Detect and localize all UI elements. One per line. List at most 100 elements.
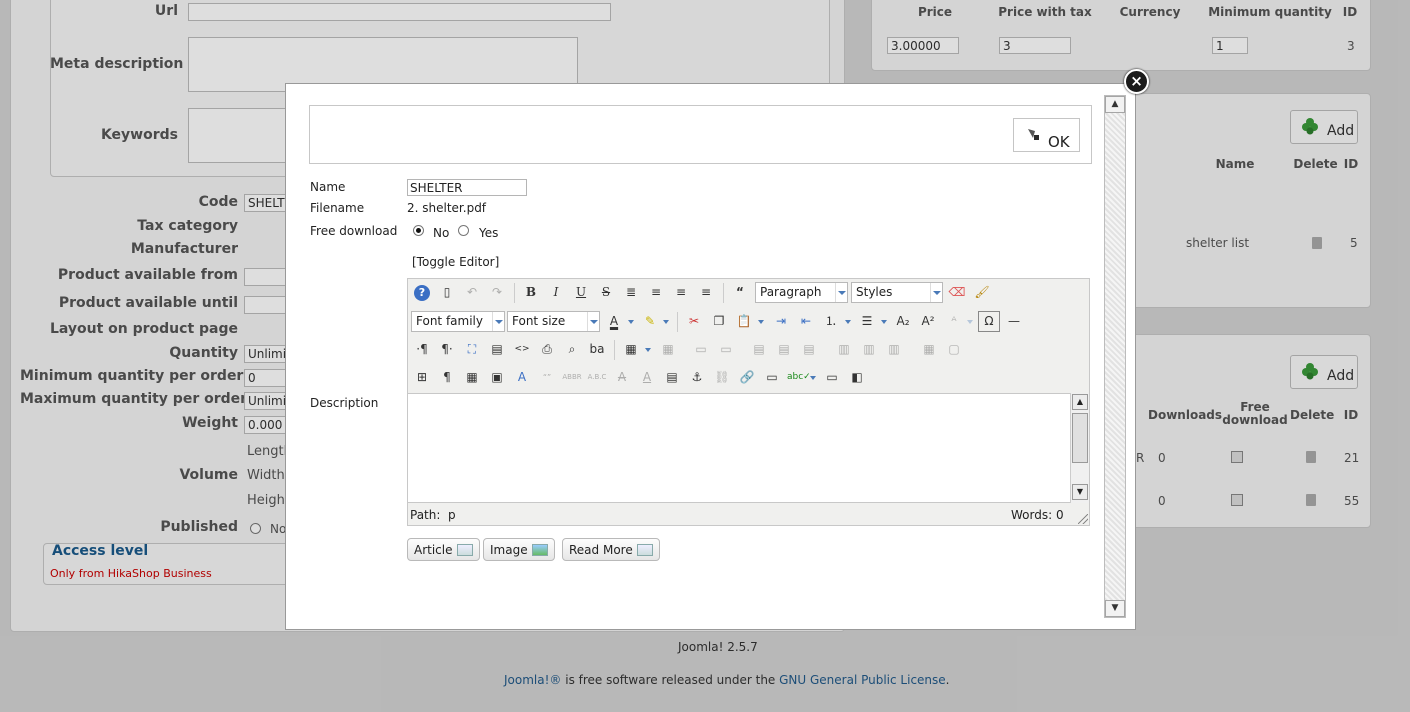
row-props-icon[interactable]: ▭: [690, 339, 712, 360]
close-icon[interactable]: ×: [1124, 69, 1149, 94]
preview-icon[interactable]: ▤: [486, 339, 508, 360]
italic-icon[interactable]: I: [545, 282, 567, 303]
insert-table-icon[interactable]: ▦: [620, 339, 642, 360]
insert-date-icon[interactable]: ▦: [461, 367, 483, 388]
insert-row-after-icon[interactable]: ▤: [773, 339, 795, 360]
read-more-button[interactable]: Read More: [562, 538, 660, 561]
cite-icon[interactable]: “”: [536, 367, 558, 388]
bullet-list-icon[interactable]: ☰: [856, 311, 878, 332]
chevron-down-icon[interactable]: [645, 339, 653, 360]
delete-col-icon[interactable]: ▥: [883, 339, 905, 360]
undo-icon[interactable]: ↶: [461, 282, 483, 303]
ltr-icon[interactable]: ·¶: [411, 339, 433, 360]
toggle-editor-link[interactable]: [Toggle Editor]: [412, 255, 499, 269]
article-button[interactable]: Article: [407, 538, 480, 561]
fullscreen-icon[interactable]: ⛶: [461, 339, 483, 360]
text-direction-icon[interactable]: ᴬ: [943, 311, 965, 332]
ordered-list-icon[interactable]: ⒈: [820, 311, 842, 332]
path-value[interactable]: p: [448, 508, 456, 522]
chevron-down-icon[interactable]: [810, 367, 818, 388]
scroll-down-icon[interactable]: ▼: [1105, 600, 1125, 617]
blockquote-icon[interactable]: “: [729, 282, 751, 303]
scroll-down-icon[interactable]: ▼: [1072, 484, 1088, 500]
insert-col-before-icon[interactable]: ▥: [833, 339, 855, 360]
cut-icon[interactable]: ✂: [683, 311, 705, 332]
free-download-label: Free download: [310, 224, 398, 238]
editor-path: Path: p: [410, 508, 456, 522]
superscript-icon[interactable]: A²: [917, 311, 939, 332]
scroll-up-icon[interactable]: ▲: [1105, 96, 1125, 113]
search-icon[interactable]: ⌕: [561, 339, 583, 360]
cleanup-icon[interactable]: 🖌: [971, 282, 993, 303]
chevron-down-icon[interactable]: [881, 311, 889, 332]
visual-aid-icon[interactable]: ⊞: [411, 367, 433, 388]
highlight-color-icon[interactable]: ✎: [639, 311, 661, 332]
subscript-icon[interactable]: A₂: [892, 311, 914, 332]
styles-props-icon[interactable]: A: [511, 367, 533, 388]
strikethrough-icon[interactable]: S: [595, 282, 617, 303]
align-left-icon[interactable]: ≡: [670, 282, 692, 303]
font-family-select[interactable]: Font family: [411, 311, 505, 332]
chevron-down-icon[interactable]: [967, 311, 975, 332]
remove-format-icon[interactable]: ⌫: [946, 282, 968, 303]
align-center-icon[interactable]: ≡: [645, 282, 667, 303]
delete-row-icon[interactable]: ▤: [798, 339, 820, 360]
resize-handle-icon[interactable]: [1078, 514, 1088, 524]
chevron-down-icon[interactable]: [758, 311, 766, 332]
help-icon[interactable]: ?: [411, 282, 433, 303]
ins-icon[interactable]: A: [636, 367, 658, 388]
anchor-icon[interactable]: ⚓: [686, 367, 708, 388]
new-document-icon[interactable]: ▯: [436, 282, 458, 303]
bold-icon[interactable]: B: [520, 282, 542, 303]
chevron-down-icon[interactable]: [628, 311, 636, 332]
del-icon[interactable]: A: [611, 367, 633, 388]
chevron-down-icon[interactable]: [845, 311, 853, 332]
free-download-yes-radio[interactable]: [458, 225, 469, 236]
page-break-icon[interactable]: ▭: [821, 367, 843, 388]
spellcheck-icon[interactable]: abc✓: [786, 367, 811, 388]
justify-full-icon[interactable]: ≣: [620, 282, 642, 303]
split-cells-icon[interactable]: ▦: [918, 339, 940, 360]
image-icon[interactable]: ▭: [761, 367, 783, 388]
align-right-icon[interactable]: ≡: [695, 282, 717, 303]
underline-icon[interactable]: U: [570, 282, 592, 303]
delete-table-icon[interactable]: ▦: [657, 339, 679, 360]
paste-icon[interactable]: 📋: [733, 311, 755, 332]
insert-col-after-icon[interactable]: ▥: [858, 339, 880, 360]
text-color-icon[interactable]: A: [603, 311, 625, 332]
link-icon[interactable]: 🔗: [736, 367, 758, 388]
scroll-up-icon[interactable]: ▲: [1072, 394, 1088, 410]
styles-select[interactable]: Styles: [851, 282, 943, 303]
description-textarea[interactable]: [408, 393, 1089, 503]
modal-scrollbar[interactable]: ▲ ▼: [1104, 95, 1126, 618]
scroll-thumb[interactable]: [1072, 413, 1088, 463]
ok-button[interactable]: OK: [1013, 118, 1080, 152]
replace-icon[interactable]: ba: [586, 339, 608, 360]
template-icon[interactable]: ◧: [846, 367, 868, 388]
font-size-select[interactable]: Font size: [507, 311, 600, 332]
name-input[interactable]: [407, 179, 527, 196]
acronym-icon[interactable]: A.B.C: [586, 367, 608, 388]
indent-icon[interactable]: ⇥: [770, 311, 792, 332]
rtl-icon[interactable]: ¶·: [436, 339, 458, 360]
editor-scrollbar[interactable]: ▲ ▼: [1070, 393, 1089, 503]
redo-icon[interactable]: ↷: [486, 282, 508, 303]
insert-row-before-icon[interactable]: ▤: [748, 339, 770, 360]
merge-cells-icon[interactable]: ▢: [943, 339, 965, 360]
horizontal-rule-icon[interactable]: —: [1003, 311, 1025, 332]
outdent-icon[interactable]: ⇤: [795, 311, 817, 332]
cell-props-icon[interactable]: ▭: [715, 339, 737, 360]
special-char-icon[interactable]: Ω: [978, 311, 1000, 332]
chevron-down-icon[interactable]: [663, 311, 671, 332]
abbr-icon[interactable]: ABBR: [561, 367, 583, 388]
print-icon[interactable]: ⎙: [536, 339, 558, 360]
copy-icon[interactable]: ❐: [708, 311, 730, 332]
unlink-icon[interactable]: ⛓: [711, 367, 733, 388]
attributes-icon[interactable]: ▤: [661, 367, 683, 388]
insert-layer-icon[interactable]: ▣: [486, 367, 508, 388]
free-download-no-radio[interactable]: [413, 225, 424, 236]
html-source-icon[interactable]: <>: [511, 339, 533, 360]
format-select[interactable]: Paragraph: [755, 282, 848, 303]
image-button[interactable]: Image: [483, 538, 555, 561]
show-blocks-icon[interactable]: ¶: [436, 367, 458, 388]
